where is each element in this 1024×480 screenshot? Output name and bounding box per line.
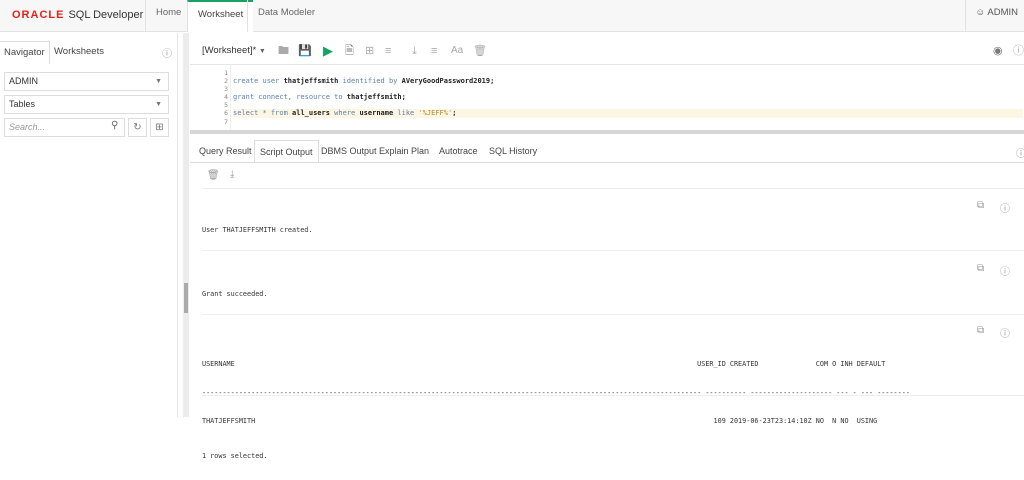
result-table: USERNAME USER_ID CREATED COM O INH DEFAU… (202, 341, 1024, 480)
object-type-select[interactable]: Tables ▼ (4, 95, 169, 114)
code-token: AVeryGoodPassword2019; (401, 77, 495, 86)
code-line[interactable]: create user thatjeffsmith identified by … (233, 77, 1023, 85)
refresh-button[interactable]: ↻ (128, 118, 147, 137)
tab-worksheets[interactable]: Worksheets (50, 41, 108, 64)
code-token: like (397, 109, 419, 118)
copy-icon[interactable]: ⧉ (977, 200, 984, 211)
worksheet-area: [Worksheet]* ▼ 🖿 💾 ▶ 🗎 ⊞ ≡ ⤓ ≡ Aa 🗑 ◉ ⓘ … (190, 33, 1024, 460)
explain-plan-icon[interactable]: ⊞ (365, 41, 374, 61)
code-token: thatjeffsmith (283, 77, 343, 86)
tab-explain-plan[interactable]: Explain Plan (374, 140, 434, 163)
tab-sql-history[interactable]: SQL History (484, 140, 542, 163)
trash-icon[interactable]: 🗑 (473, 41, 487, 61)
download-icon[interactable]: ⤓ (412, 41, 417, 61)
code-line[interactable]: select * from all_users where username l… (233, 109, 1023, 118)
code-token: grant connect, resource to (233, 93, 347, 102)
code-line[interactable] (233, 118, 1023, 126)
info-icon[interactable]: ⓘ (1000, 325, 1010, 340)
output-message: Grant succeeded. (202, 290, 268, 298)
code-token: ; (452, 109, 457, 118)
format-icon[interactable]: ≡ (431, 41, 437, 61)
line-number: 6 (224, 109, 228, 118)
editor-splitter[interactable] (190, 130, 1024, 134)
top-bar: ORACLE SQL Developer Home Worksheet Data … (0, 0, 1024, 32)
code-token: username (359, 109, 398, 118)
rows-selected: 1 rows selected. (202, 451, 268, 460)
code-token: create user (233, 77, 284, 86)
open-icon[interactable]: 🖿 (278, 41, 289, 61)
navigator-panel: Navigator Worksheets ⓘ ADMIN ▼ Tables ▼ Se… (0, 33, 178, 417)
table-header: USERNAME USER_ID CREATED COM O INH DEFAU… (202, 360, 886, 368)
table-divider: ----------------------------------------… (202, 388, 910, 397)
table-row: THATJEFFSMITH 109 2019-06-23T23:14:10Z N… (202, 417, 878, 425)
run-script-icon[interactable]: 🗎 (345, 41, 354, 61)
run-statement-icon[interactable]: ▶ (323, 41, 333, 61)
panel-splitter[interactable] (183, 33, 189, 417)
line-number: 1 (224, 69, 228, 77)
code-line[interactable] (233, 69, 1023, 77)
oracle-logo: ORACLE SQL Developer (12, 9, 144, 21)
output-message: User THATJEFFSMITH created. (202, 226, 313, 234)
help-icon[interactable]: ⓘ (1013, 41, 1024, 61)
code-line[interactable]: grant connect, resource to thatjeffsmith… (233, 93, 1023, 101)
chevron-down-icon: ▼ (155, 78, 162, 85)
code-token: select * from (233, 109, 293, 118)
chevron-down-icon: ▼ (155, 101, 162, 108)
search-icon[interactable]: ⚲ (111, 120, 118, 131)
tab-worksheet[interactable]: Worksheet (187, 0, 254, 32)
tab-autotrace[interactable]: Autotrace (434, 140, 483, 163)
schema-select[interactable]: ADMIN ▼ (4, 72, 169, 91)
code-token: identified by (342, 77, 402, 86)
sql-editor[interactable]: 1234567 create user thatjeffsmith identi… (190, 64, 1024, 131)
copy-icon[interactable]: ⧉ (977, 325, 984, 336)
case-icon[interactable]: Aa (451, 41, 463, 61)
clear-output-icon[interactable]: 🗑 (207, 170, 220, 181)
code-token: where (334, 109, 360, 118)
worksheet-selector[interactable]: [Worksheet]* ▼ (202, 41, 266, 61)
code-line[interactable] (233, 101, 1023, 109)
tab-navigator[interactable]: Navigator (0, 41, 50, 64)
line-number: 7 (224, 117, 228, 126)
tab-script-output[interactable]: Script Output (254, 140, 319, 163)
save-icon[interactable]: 💾 (298, 41, 312, 61)
tab-home[interactable]: Home (145, 0, 191, 32)
user-menu[interactable]: ☺ ADMIN (964, 0, 1024, 32)
line-number: 5 (224, 101, 228, 110)
autotrace-icon[interactable]: ≡ (385, 41, 391, 61)
code-token: thatjeffsmith; (346, 93, 406, 102)
copy-icon[interactable]: ⧉ (977, 263, 984, 274)
line-numbers: 1234567 (190, 69, 228, 126)
find-icon[interactable]: ◉ (993, 41, 1003, 61)
code-token: all_users (292, 109, 335, 118)
line-number: 4 (224, 93, 228, 102)
code-token: '%JEFF%' (418, 109, 453, 118)
info-icon[interactable]: ⓘ (1000, 263, 1010, 278)
help-icon[interactable]: ⓘ (1016, 145, 1024, 160)
tab-query-result[interactable]: Query Result (194, 140, 257, 163)
tab-data-modeler[interactable]: Data Modeler (247, 0, 325, 32)
tab-dbms-output[interactable]: DBMS Output (316, 140, 382, 163)
code-line[interactable] (233, 85, 1023, 93)
info-icon[interactable]: ⓘ (1000, 200, 1010, 215)
line-number: 3 (224, 85, 228, 94)
search-input[interactable]: Search... (4, 118, 125, 137)
add-button[interactable]: ⊞ (150, 118, 169, 137)
help-icon[interactable]: ⓘ (162, 45, 172, 60)
download-output-icon[interactable]: ⤓ (230, 169, 234, 180)
user-icon: ☺ (975, 7, 988, 18)
line-number: 2 (224, 77, 228, 86)
code-area[interactable]: create user thatjeffsmith identified by … (233, 69, 1023, 126)
